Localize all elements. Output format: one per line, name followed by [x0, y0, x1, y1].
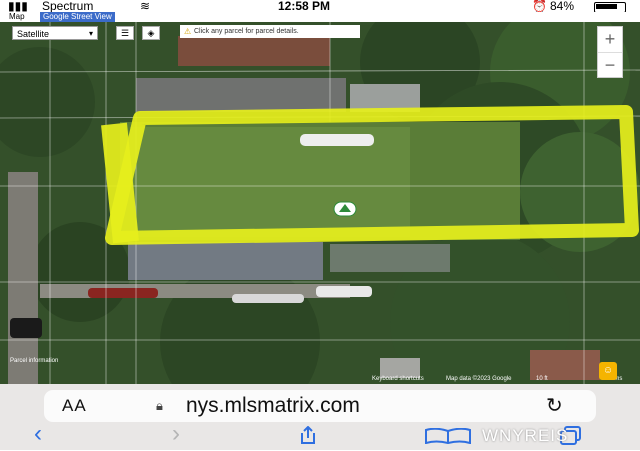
warning-icon: ⚠	[184, 27, 192, 36]
text-size-button[interactable]: AA	[62, 396, 87, 416]
house-roof-north	[178, 36, 330, 66]
status-bar: ▮▮▮ Spectrum ≋ 12:58 PM ⏰ 84%	[0, 0, 640, 13]
map-type-tabs: Map Google Street View	[0, 12, 640, 22]
zoom-in-button[interactable]: +	[598, 27, 622, 52]
house-roof-north-2	[136, 78, 346, 112]
street-view-pegman-icon[interactable]: ☺	[599, 362, 617, 380]
chevron-right-icon[interactable]: ›	[172, 420, 180, 448]
satellite-map[interactable]: Parcel information Keyboard shortcuts Ma…	[0, 22, 640, 384]
map-type-select[interactable]: Satellite ▾	[12, 26, 98, 40]
parcel-hint-text: Click any parcel for parcel details.	[194, 28, 299, 35]
zoom-control: + −	[597, 26, 623, 78]
measure-icon[interactable]: ☰	[116, 26, 134, 40]
car	[300, 134, 374, 146]
tab-street-view[interactable]: Google Street View	[40, 12, 115, 22]
tab-map[interactable]: Map	[6, 12, 28, 22]
map-data-credit: Map data ©2023 Google	[446, 376, 512, 382]
watermark: WNYREIS	[482, 426, 569, 445]
keyboard-shortcuts-link[interactable]: Keyboard shortcuts	[372, 376, 424, 382]
satellite-imagery	[0, 22, 640, 384]
chevron-down-icon: ▾	[88, 29, 93, 38]
book-icon[interactable]	[424, 427, 472, 445]
parcel-hint: ⚠ Click any parcel for parcel details.	[180, 25, 360, 38]
url-text[interactable]: nys.mlsmatrix.com	[186, 394, 360, 418]
zoom-out-button[interactable]: −	[598, 52, 622, 78]
layers-icon[interactable]: ◈	[142, 26, 160, 40]
house-roof-south	[128, 242, 323, 280]
parcel-marker-icon[interactable]	[333, 201, 357, 217]
reload-icon[interactable]: ↻	[546, 393, 563, 418]
parcel-credit: Parcel information	[10, 358, 59, 364]
garage-roof	[330, 244, 450, 272]
share-icon[interactable]	[298, 425, 318, 444]
map-type-select-value: Satellite	[17, 29, 50, 39]
chevron-left-icon[interactable]: ‹	[34, 420, 42, 448]
scale-label: 10 ft	[536, 376, 548, 382]
lock-icon: 🔒︎	[156, 398, 163, 413]
